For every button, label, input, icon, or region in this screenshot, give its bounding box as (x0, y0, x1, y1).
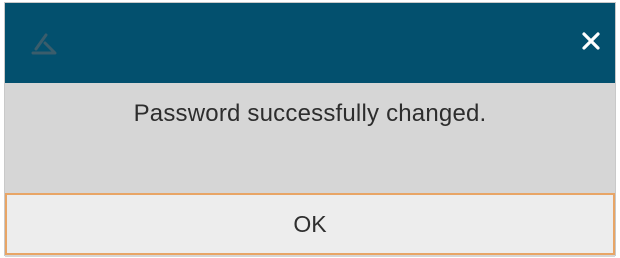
password-dialog: Password successfully changed. OK (4, 2, 616, 257)
close-button[interactable] (577, 29, 605, 57)
dialog-message: Password successfully changed. (133, 100, 487, 127)
message-area: Password successfully changed. (5, 83, 615, 193)
app-logo-icon (29, 29, 59, 59)
ok-button[interactable]: OK (5, 193, 615, 255)
button-area: OK (5, 193, 615, 257)
close-icon (581, 31, 601, 56)
dialog-titlebar (5, 3, 615, 83)
